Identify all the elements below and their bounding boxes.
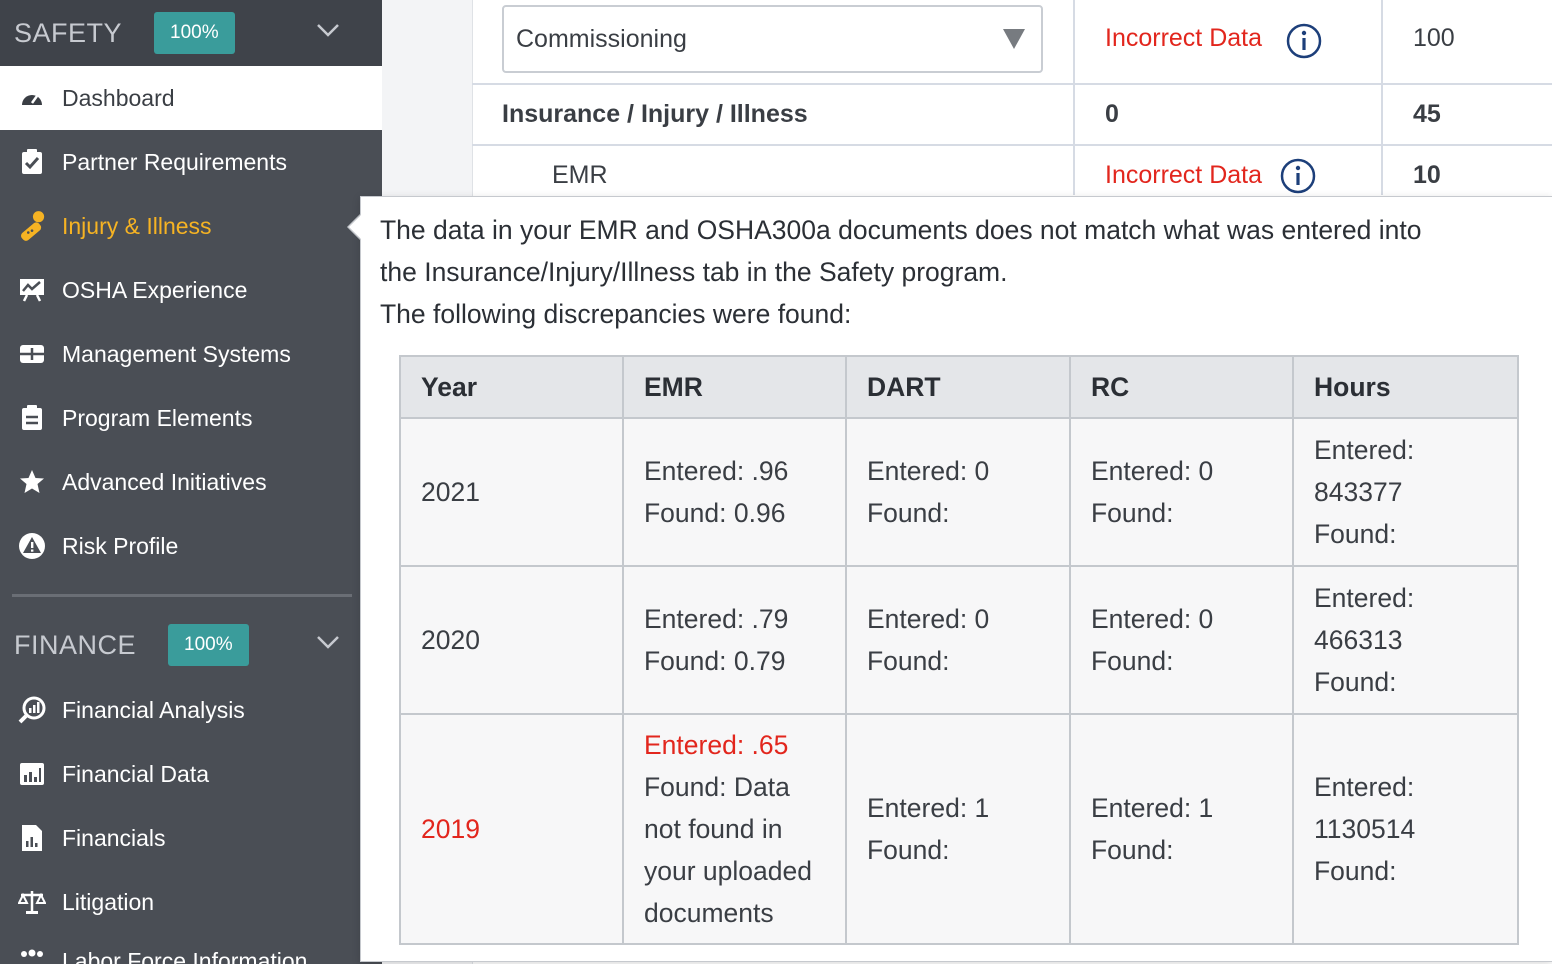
management-list-icon bbox=[18, 340, 46, 368]
discrepancy-table: Year EMR DART RC Hours 2021 Entered: .96… bbox=[399, 355, 1519, 945]
column-header-year: Year bbox=[399, 355, 624, 419]
sidebar-item-program-elements[interactable]: Program Elements bbox=[0, 386, 382, 450]
progress-badge: 100% bbox=[154, 12, 235, 54]
cell-dart: Entered: 1 Found: bbox=[845, 713, 1071, 945]
table-row: 2020 Entered: .79 Found: 0.79 Entered: 0F… bbox=[399, 565, 1519, 715]
cell-emr: Entered: .79 Found: 0.79 bbox=[622, 565, 847, 715]
table-row: 2021 Entered: .96 Found: 0.96 Entered: 0F… bbox=[399, 417, 1519, 567]
column-header-emr: EMR bbox=[622, 355, 847, 419]
bar-chart-icon bbox=[18, 760, 46, 788]
cell-year: 2021 bbox=[399, 417, 624, 567]
column-header-dart: DART bbox=[845, 355, 1071, 419]
cell-rc: Entered: 0 Found: bbox=[1069, 565, 1294, 715]
sidebar-item-labor-force[interactable]: Labor Force Information bbox=[0, 934, 382, 964]
cell-dart: Entered: 0 Found: bbox=[845, 417, 1071, 567]
cell-hours: Entered: 843377 Found: bbox=[1292, 417, 1519, 567]
row-value: 0 bbox=[1105, 100, 1119, 128]
category-select[interactable]: Commissioning bbox=[502, 5, 1043, 73]
status-incorrect-data: Incorrect Data bbox=[1105, 161, 1263, 189]
table-row: 2019 Entered: .65 Found: Data not found in… bbox=[399, 713, 1519, 945]
popover-message-line: The following discrepancies were found: bbox=[380, 299, 852, 329]
info-icon[interactable] bbox=[1286, 23, 1322, 59]
column-header-rc: RC bbox=[1069, 355, 1294, 419]
cell-hours: Entered: 466313 Found: bbox=[1292, 565, 1519, 715]
sidebar-item-financials[interactable]: Financials bbox=[0, 806, 382, 870]
section-header-safety[interactable]: SAFETY 100% bbox=[0, 0, 382, 66]
row-label-insurance: Insurance / Injury / Illness bbox=[502, 100, 808, 128]
cell-hours: Entered: 1130514 Found: bbox=[1292, 713, 1519, 945]
cell-emr: Entered: .65 Found: Data not found in your … bbox=[622, 713, 847, 945]
cell-year: 2019 bbox=[399, 713, 624, 945]
scales-icon bbox=[18, 888, 46, 916]
sidebar-item-risk-profile[interactable]: Risk Profile bbox=[0, 514, 382, 578]
caret-down-icon bbox=[1003, 29, 1025, 49]
category-select-value: Commissioning bbox=[516, 24, 687, 53]
sidebar-item-osha-experience[interactable]: OSHA Experience bbox=[0, 258, 382, 322]
sidebar-item-management-systems[interactable]: Management Systems bbox=[0, 322, 382, 386]
info-icon[interactable] bbox=[1280, 158, 1316, 194]
popover-message-line: the Insurance/Injury/Illness tab in the … bbox=[380, 257, 1008, 287]
row-label-emr: EMR bbox=[552, 161, 608, 189]
status-incorrect-data: Incorrect Data bbox=[1105, 24, 1263, 52]
table-header-row: Year EMR DART RC Hours bbox=[399, 355, 1519, 419]
score-value: 10 bbox=[1413, 161, 1441, 189]
sidebar-divider bbox=[12, 594, 352, 597]
bandage-icon bbox=[18, 211, 46, 241]
section-title: SAFETY bbox=[14, 17, 123, 48]
sidebar-item-dashboard[interactable]: Dashboard bbox=[0, 66, 382, 130]
dashboard-gauge-icon bbox=[18, 84, 46, 112]
column-header-hours: Hours bbox=[1292, 355, 1519, 419]
score-value: 100 bbox=[1413, 24, 1455, 52]
cell-emr: Entered: .96 Found: 0.96 bbox=[622, 417, 847, 567]
clipboard-check-icon bbox=[18, 148, 46, 176]
sidebar-item-advanced-initiatives[interactable]: Advanced Initiatives bbox=[0, 450, 382, 514]
chevron-down-icon[interactable] bbox=[316, 634, 340, 650]
document-chart-icon bbox=[18, 824, 46, 852]
sidebar-item-financial-analysis[interactable]: Financial Analysis bbox=[0, 678, 382, 742]
star-icon bbox=[18, 468, 46, 496]
cell-dart: Entered: 0 Found: bbox=[845, 565, 1071, 715]
sidebar-item-litigation[interactable]: Litigation bbox=[0, 870, 382, 934]
analysis-magnifier-icon bbox=[18, 696, 46, 724]
clipboard-list-icon bbox=[18, 404, 46, 432]
chevron-down-icon[interactable] bbox=[316, 22, 340, 38]
cell-year: 2020 bbox=[399, 565, 624, 715]
people-icon bbox=[18, 944, 46, 964]
section-title: FINANCE bbox=[14, 629, 137, 660]
sidebar-item-injury-illness[interactable]: Injury & Illness bbox=[0, 194, 382, 258]
sidebar-item-financial-data[interactable]: Financial Data bbox=[0, 742, 382, 806]
section-header-finance[interactable]: FINANCE 100% bbox=[0, 612, 382, 678]
score-value: 45 bbox=[1413, 100, 1441, 128]
cell-rc: Entered: 1 Found: bbox=[1069, 713, 1294, 945]
chart-board-icon bbox=[18, 276, 46, 304]
warning-circle-icon bbox=[18, 532, 46, 560]
sidebar-item-partner-requirements[interactable]: Partner Requirements bbox=[0, 130, 382, 194]
popover-message-line: The data in your EMR and OSHA300a docume… bbox=[380, 215, 1422, 245]
cell-rc: Entered: 0 Found: bbox=[1069, 417, 1294, 567]
progress-badge: 100% bbox=[168, 624, 249, 666]
